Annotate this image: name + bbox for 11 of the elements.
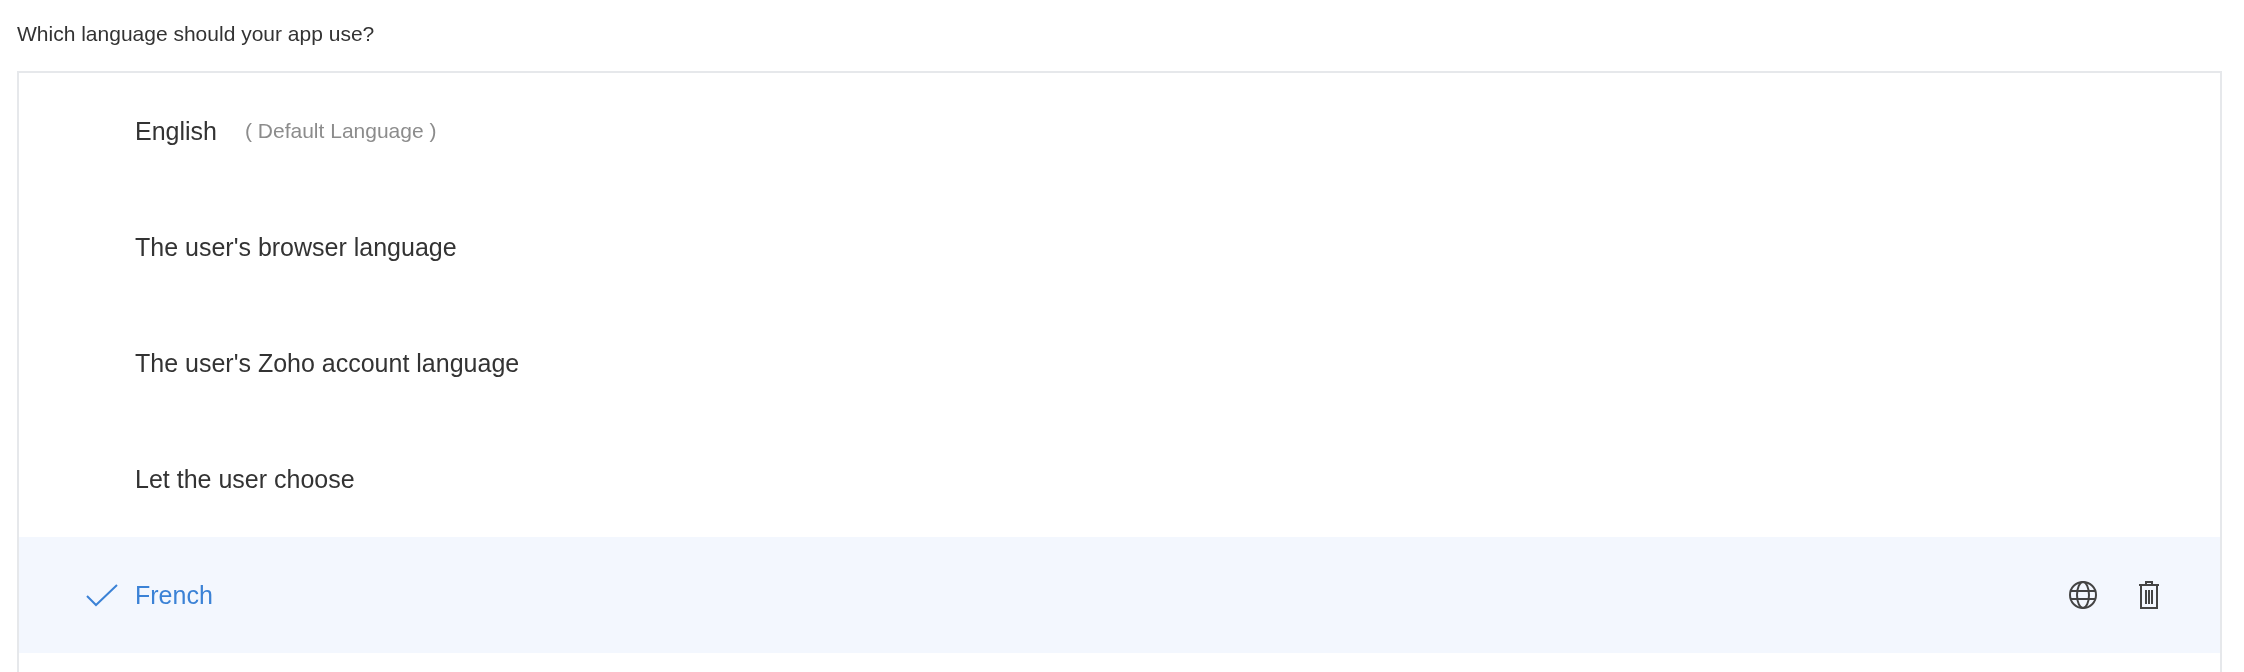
language-option[interactable]: French (19, 537, 2220, 653)
checkmark-icon (85, 583, 119, 607)
option-label: Let the user choose (135, 464, 355, 494)
option-label: English (135, 116, 217, 146)
option-note: ( Default Language ) (245, 119, 437, 143)
option-label: The user's Zoho account language (135, 348, 520, 378)
globe-icon[interactable] (2068, 580, 2098, 610)
option-label: French (135, 580, 213, 610)
trash-icon[interactable] (2138, 580, 2160, 610)
option-label: The user's browser language (135, 232, 457, 262)
question-text: Which language should your app use? (17, 21, 376, 47)
